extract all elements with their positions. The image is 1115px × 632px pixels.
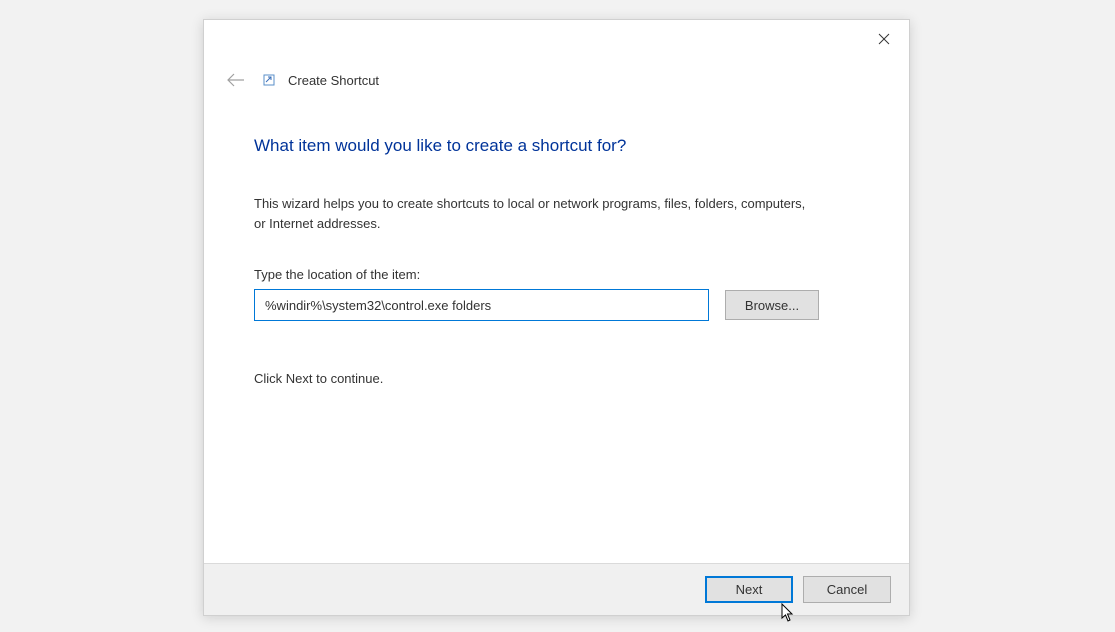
input-row: Browse...	[254, 289, 869, 321]
browse-button[interactable]: Browse...	[725, 290, 819, 320]
description-text: This wizard helps you to create shortcut…	[254, 194, 814, 233]
next-button[interactable]: Next	[705, 576, 793, 603]
close-icon	[878, 33, 890, 45]
content-area: What item would you like to create a sho…	[254, 136, 869, 386]
nav-row: Create Shortcut	[224, 68, 379, 92]
page-heading: What item would you like to create a sho…	[254, 136, 869, 156]
dialog-footer: Next Cancel	[204, 563, 909, 615]
titlebar	[861, 20, 909, 56]
wizard-title: Create Shortcut	[288, 73, 379, 88]
shortcut-app-icon	[262, 73, 276, 87]
back-arrow-icon	[226, 72, 246, 88]
close-button[interactable]	[861, 23, 907, 55]
back-button[interactable]	[224, 68, 248, 92]
location-label: Type the location of the item:	[254, 267, 869, 282]
hint-text: Click Next to continue.	[254, 371, 869, 386]
create-shortcut-dialog: Create Shortcut What item would you like…	[203, 19, 910, 616]
location-input[interactable]	[254, 289, 709, 321]
cancel-button[interactable]: Cancel	[803, 576, 891, 603]
